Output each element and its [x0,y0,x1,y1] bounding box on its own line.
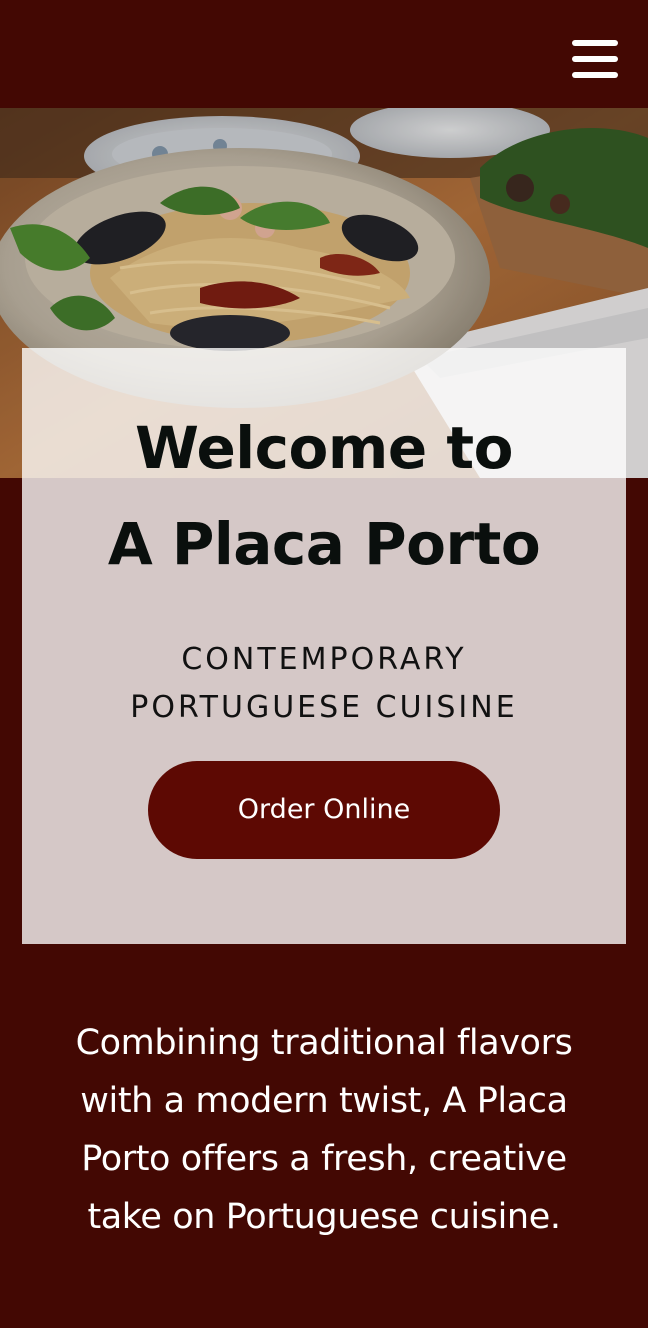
intro-line-3: Porto offers a fresh, creative [81,1139,567,1179]
intro-line-1: Combining traditional flavors [75,1023,573,1063]
welcome-subtitle: CONTEMPORARY PORTUGUESE CUISINE [64,636,584,732]
top-nav-bar [0,0,648,108]
intro-line-2: with a modern twist, A Placa [80,1081,568,1121]
subtitle-line-1: CONTEMPORARY [181,642,467,677]
welcome-title: Welcome to A Placa Porto [22,400,626,592]
hamburger-menu-icon[interactable] [572,40,618,78]
welcome-title-line-1: Welcome to [135,414,513,482]
menu-bar-top [572,40,618,46]
menu-bar-middle [572,56,618,62]
menu-bar-bottom [572,72,618,78]
intro-line-4: take on Portuguese cuisine. [87,1197,561,1237]
intro-text: Combining traditional flavors with a mod… [24,1014,624,1246]
page: Welcome to A Placa Porto CONTEMPORARY PO… [0,0,648,1328]
welcome-card: Welcome to A Placa Porto CONTEMPORARY PO… [22,348,626,944]
order-online-button[interactable]: Order Online [148,761,500,859]
subtitle-line-2: PORTUGUESE CUISINE [130,690,518,725]
welcome-title-line-2: A Placa Porto [107,510,541,578]
